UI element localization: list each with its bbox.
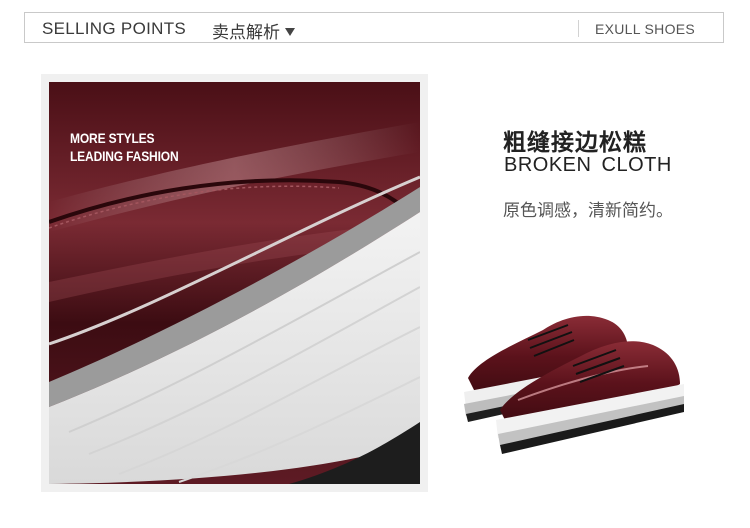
caption-line-2: LEADING FASHION [70, 148, 179, 164]
closeup-photo: MORE STYLES LEADING FASHION [49, 82, 420, 484]
caption-line-1: MORE STYLES [70, 130, 155, 146]
section-subtitle[interactable]: 卖点解析 [212, 18, 295, 43]
shoe-pair-image [464, 315, 684, 454]
brand-name: EXULL SHOES [595, 21, 696, 37]
product-image [458, 300, 694, 460]
feature-heading-cn: 粗缝接边松糕 [503, 130, 647, 156]
header-divider [578, 20, 579, 37]
caret-down-icon [285, 28, 295, 36]
photo-caption: MORE STYLES LEADING FASHION [70, 129, 179, 165]
closeup-photo-frame: MORE STYLES LEADING FASHION [41, 74, 428, 492]
section-subtitle-text: 卖点解析 [212, 23, 280, 43]
section-header: SELLING POINTS 卖点解析 EXULL SHOES [24, 12, 724, 43]
feature-heading-en: BROKEN CLOTH [504, 154, 672, 176]
feature-description: 原色调感，清新简约。 [503, 201, 673, 221]
section-title: SELLING POINTS [42, 19, 187, 38]
